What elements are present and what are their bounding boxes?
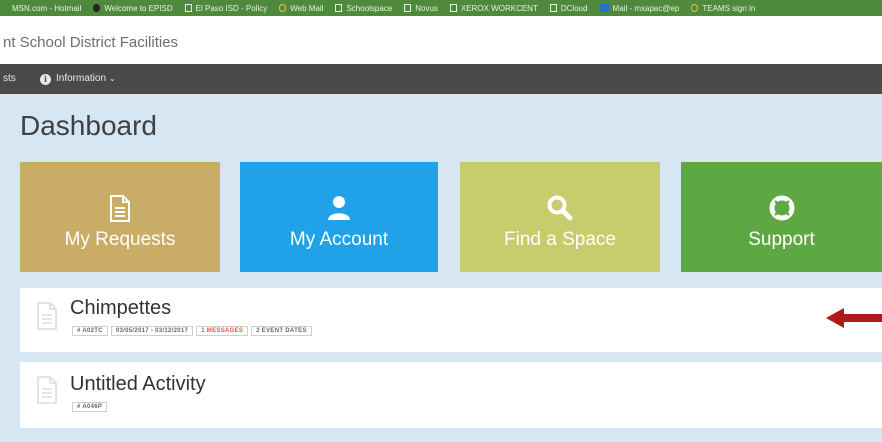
date-range-badge: 03/05/2017 - 03/12/2017	[110, 326, 194, 336]
bookmark-policy[interactable]: El Paso ISD - Policy	[184, 3, 268, 13]
document-icon	[110, 195, 130, 222]
nav-item-label: Information	[56, 73, 107, 84]
teams-icon	[691, 4, 699, 12]
request-title[interactable]: Chimpettes	[70, 297, 171, 320]
globe-icon	[93, 4, 101, 12]
page-title: Dashboard	[20, 110, 157, 141]
site-header: nt School District Facilities	[0, 16, 882, 64]
red-arrow-annotation	[826, 308, 882, 328]
web-mail-icon	[279, 4, 287, 12]
request-card[interactable]: Chimpettes # A02TC 03/05/2017 - 03/12/20…	[20, 288, 882, 352]
bookmark-label: Schoolspace	[346, 3, 393, 13]
nav-item-requests[interactable]: sts	[3, 64, 16, 94]
bookmark-xerox[interactable]: XEROX WORKCENT	[449, 3, 538, 13]
main-nav: sts i Information ⌄	[0, 64, 882, 94]
user-icon	[328, 196, 350, 220]
request-id-badge: # A046P	[72, 402, 108, 412]
bookmark-label: Web Mail	[290, 3, 324, 13]
page-icon	[449, 4, 457, 12]
bookmark-label: TEAMS sign in	[702, 3, 756, 13]
site-title[interactable]: nt School District Facilities	[3, 34, 178, 51]
tile-label: My Requests	[64, 229, 176, 250]
info-icon: i	[40, 73, 51, 85]
request-card[interactable]: Untitled Activity # A046P	[20, 362, 882, 428]
request-badges: # A02TC 03/05/2017 - 03/12/2017 1 MESSAG…	[72, 326, 315, 336]
bookmark-web-mail[interactable]: Web Mail	[279, 4, 323, 13]
bookmark-label: XEROX WORKCENT	[460, 3, 538, 13]
messages-badge[interactable]: 1 MESSAGES	[196, 326, 249, 336]
bookmark-label: El Paso ISD - Policy	[195, 3, 268, 13]
outlook-icon	[599, 4, 609, 12]
bookmarks-bar: MSN.com - Hotmail Welcome to EPISD El Pa…	[0, 0, 882, 16]
page-icon	[404, 4, 412, 12]
request-id-badge: # A02TC	[72, 326, 108, 336]
bookmark-label: Welcome to EPISD	[104, 3, 173, 13]
nav-item-label: sts	[3, 73, 16, 84]
tile-label: Find a Space	[504, 229, 616, 250]
bookmark-episd[interactable]: Welcome to EPISD	[93, 3, 173, 13]
request-badges: # A046P	[72, 402, 110, 412]
page-icon	[549, 4, 557, 12]
bookmark-schoolspace[interactable]: Schoolspace	[335, 4, 392, 13]
bookmark-label: MSN.com - Hotmail	[12, 3, 82, 13]
tile-label: Support	[748, 229, 815, 250]
chevron-down-icon: ⌄	[109, 74, 116, 83]
bookmark-label: Novus	[415, 3, 438, 13]
tile-my-account[interactable]: My Account	[240, 162, 438, 272]
bookmark-novus[interactable]: Novus	[404, 4, 438, 13]
bookmark-label: DCloud	[560, 3, 588, 13]
bookmark-teams[interactable]: TEAMS sign in	[691, 4, 755, 13]
document-icon	[37, 302, 57, 330]
bookmark-label: Mail - mxapac@ep	[612, 3, 680, 13]
page-icon	[184, 4, 192, 12]
nav-item-information[interactable]: i Information ⌄	[40, 64, 116, 94]
bookmark-mail[interactable]: Mail - mxapac@ep	[599, 3, 680, 13]
bookmark-msn[interactable]: MSN.com - Hotmail	[12, 4, 81, 13]
tile-find-a-space[interactable]: Find a Space	[460, 162, 660, 272]
tile-support[interactable]: Support	[681, 162, 882, 272]
lifebuoy-icon	[769, 195, 794, 221]
tile-label: My Account	[289, 229, 389, 250]
event-dates-badge: 2 EVENT DATES	[251, 326, 312, 336]
request-title[interactable]: Untitled Activity	[70, 373, 206, 396]
tile-my-requests[interactable]: My Requests	[20, 162, 220, 272]
bookmark-dcloud[interactable]: DCloud	[549, 3, 588, 13]
page-icon	[335, 4, 343, 12]
search-icon	[547, 195, 573, 221]
document-icon	[37, 376, 57, 404]
